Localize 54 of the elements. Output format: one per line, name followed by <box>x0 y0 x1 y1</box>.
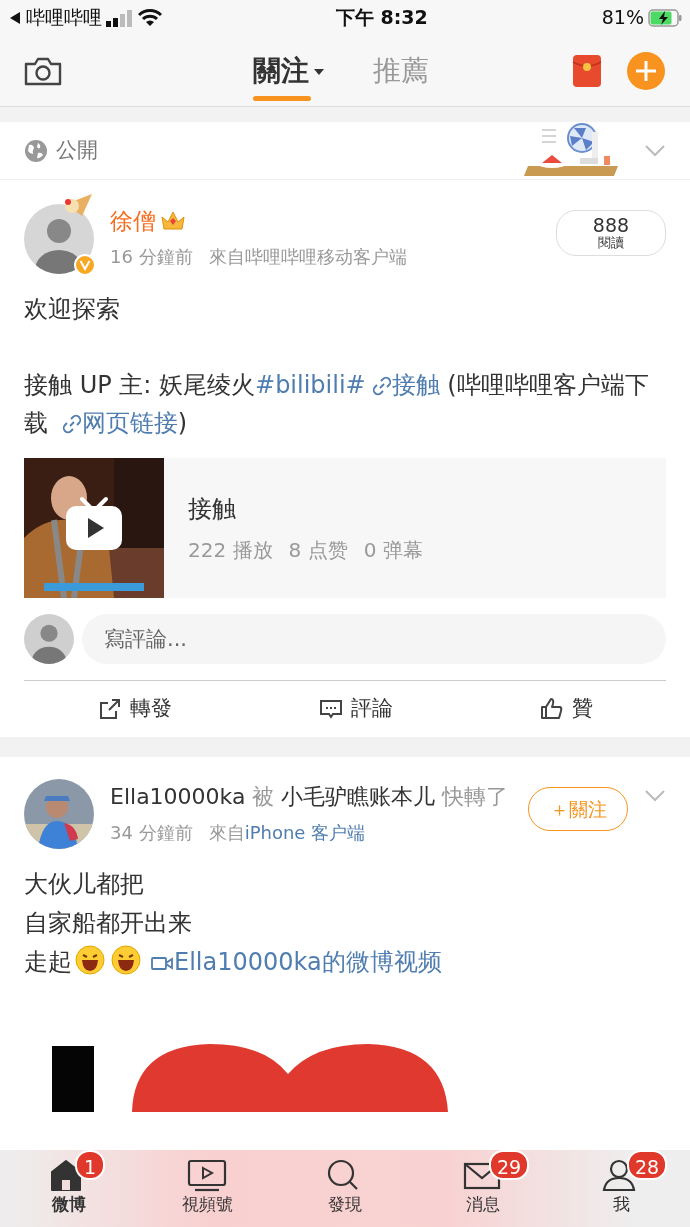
post-text: 自家船都开出来 <box>24 908 193 939</box>
action-button[interactable]: 評論 <box>312 692 399 726</box>
signal-icon <box>106 8 134 27</box>
thumbs-up-icon <box>539 697 564 721</box>
avatar <box>24 614 74 664</box>
clock-time: 下午 8:32 <box>334 5 429 31</box>
notification-badge: 28 <box>627 1150 668 1180</box>
web-link[interactable]: 网页链接 <box>55 409 178 437</box>
wifi-icon <box>138 8 162 27</box>
web-link[interactable]: 接触 <box>365 371 440 399</box>
tv-play-icon <box>187 1158 227 1192</box>
source-link[interactable]: iPhone 客户端 <box>244 822 366 843</box>
post-time: 34 分鐘前 <box>110 821 193 845</box>
read-count-number: 888 <box>591 216 631 237</box>
action-button[interactable]: 轉發 <box>91 692 178 726</box>
topic-link[interactable]: #bilibili# <box>255 371 366 399</box>
gift-envelope-icon[interactable] <box>572 53 602 88</box>
action-button[interactable]: 贊 <box>533 692 599 726</box>
video-stat: 0 弹幕 <box>363 537 423 564</box>
tab-bar-item[interactable]: 消息 29 <box>435 1150 531 1218</box>
read-count-label: 閱讀 <box>597 236 625 250</box>
notification-badge: 1 <box>75 1150 105 1180</box>
post-time: 16 分鐘前 <box>110 244 193 269</box>
video-card[interactable]: 接触 222 播放 8 点赞 0 弹幕 <box>24 458 666 598</box>
post-source: 來自哔哩哔哩移动客户端 <box>208 244 407 269</box>
tab-bar-item[interactable]: 發現 <box>297 1150 393 1218</box>
visibility-label[interactable]: 公開 <box>56 134 98 167</box>
battery-percent: 81% <box>601 5 644 31</box>
post-text: 欢迎探索 <box>24 294 121 325</box>
play-icon <box>64 496 124 552</box>
post-text: 大伙儿都把 <box>24 869 145 900</box>
laughing-emoji-icon <box>111 945 141 975</box>
notification-badge: 29 <box>489 1150 530 1180</box>
share-icon <box>97 697 122 721</box>
back-arrow-icon[interactable] <box>8 10 22 25</box>
comment-field[interactable]: 寫評論... <box>82 614 666 664</box>
video-title: 接触 <box>188 494 237 525</box>
camera-icon[interactable] <box>24 55 62 86</box>
web-link[interactable]: Ella10000ka的微博视频 <box>144 948 442 976</box>
tab-bar-item[interactable]: 視頻號 <box>159 1150 255 1218</box>
link-icon <box>371 376 392 396</box>
comment-icon <box>318 697 343 721</box>
link-icon <box>61 414 82 434</box>
post-text: 走起 Ella10000ka的微博视频 <box>24 943 666 982</box>
post-text: 接触 UP 主: 妖尾绫火#bilibili# 接触 (哔哩哔哩客户端下载 网页链接) <box>24 370 650 439</box>
tab-bar-item[interactable]: 我 28 <box>573 1150 669 1218</box>
video-stat: 8 点赞 <box>288 537 348 564</box>
laughing-emoji-icon <box>75 945 105 975</box>
globe-icon <box>24 138 48 163</box>
post-source: 來自 iPhone 客户端 <box>208 821 366 845</box>
tab-bar-item[interactable]: 微博 1 <box>21 1150 117 1218</box>
back-app-label[interactable]: 哔哩哔哩 <box>26 3 102 32</box>
repost-line: Ella10000ka 被 小毛驴瞧账本儿 快轉了 <box>110 783 510 811</box>
video-stat: 222 播放 <box>188 537 273 564</box>
